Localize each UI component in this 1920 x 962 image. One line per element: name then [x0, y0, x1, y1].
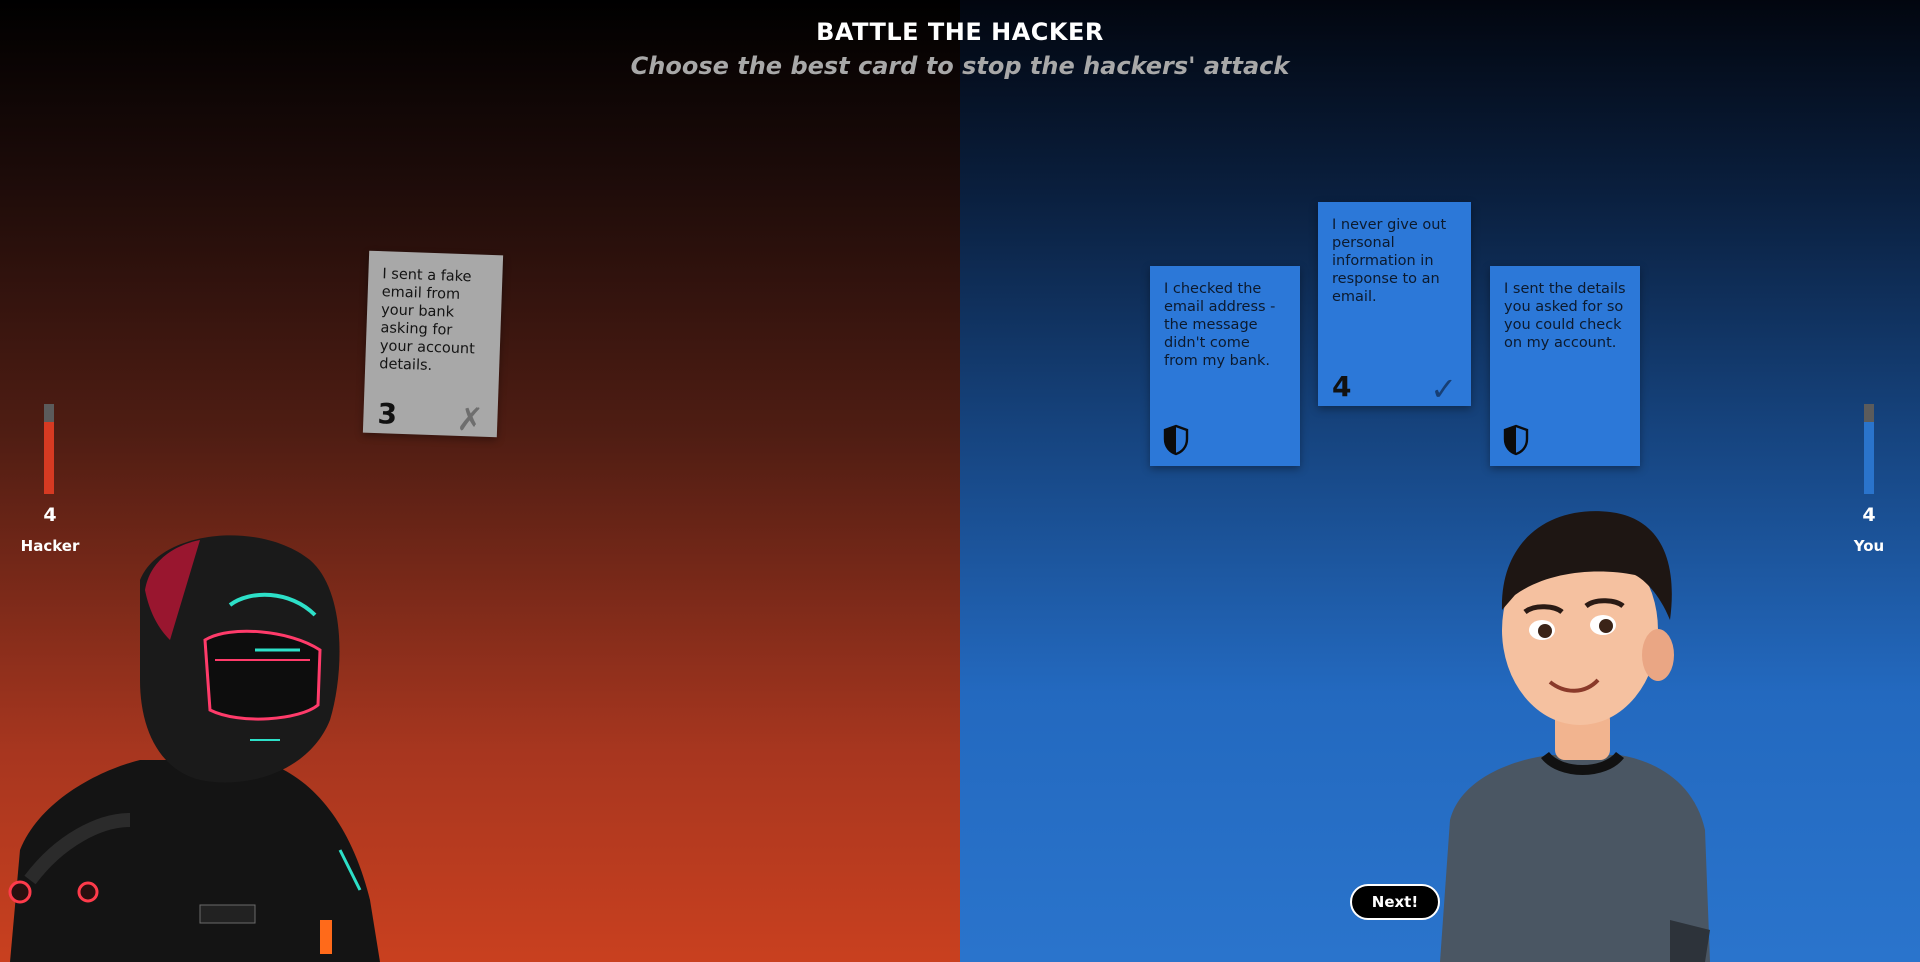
defence-card-3[interactable]: I sent the details you asked for so you …: [1490, 266, 1640, 466]
player-health-fill: [1864, 422, 1874, 494]
defence-card-2[interactable]: I never give out personal information in…: [1318, 202, 1471, 406]
hacker-avatar: [8, 535, 380, 962]
card-text: I sent the details you asked for so you …: [1504, 281, 1626, 351]
card-text: I never give out personal information in…: [1332, 217, 1447, 305]
check-mark-icon: ✓: [1430, 370, 1457, 408]
card-value: 4: [1332, 370, 1352, 403]
page-title: BATTLE THE HACKER: [816, 18, 1104, 46]
next-button[interactable]: Next!: [1350, 884, 1440, 920]
shield-icon: [1503, 424, 1529, 456]
game-stage: BATTLE THE HACKER Choose the best card t…: [0, 0, 1920, 962]
defence-card-1[interactable]: I checked the email address - the messag…: [1150, 266, 1300, 466]
card-value: 3: [376, 397, 398, 431]
hacker-health-meter: [44, 404, 54, 494]
shield-icon: [1163, 424, 1189, 456]
page-subtitle: Choose the best card to stop the hackers…: [630, 52, 1290, 80]
hacker-health-fill: [44, 422, 54, 494]
card-text: I sent a fake email from your bank askin…: [378, 266, 476, 374]
player-avatar: [1440, 511, 1710, 962]
player-health-meter: [1864, 404, 1874, 494]
cross-mark-icon: ✗: [455, 399, 485, 439]
player-label: You: [1853, 537, 1885, 555]
hacker-attack-card: I sent a fake email from your bank askin…: [362, 250, 504, 439]
player-score: 4: [1862, 504, 1876, 526]
header: BATTLE THE HACKER Choose the best card t…: [0, 18, 1920, 80]
card-text: I checked the email address - the messag…: [1164, 281, 1276, 369]
